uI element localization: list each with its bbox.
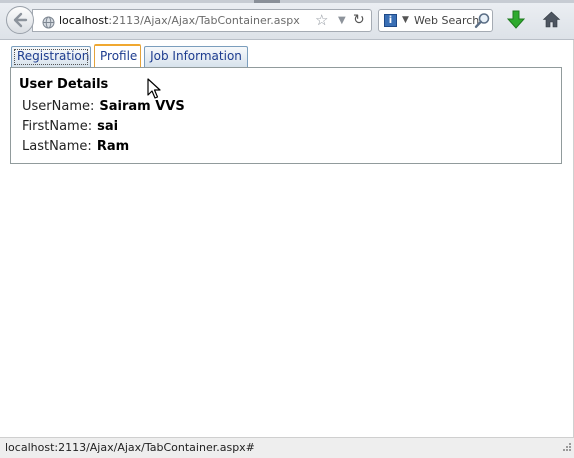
section-title: User Details <box>19 77 109 92</box>
mouse-cursor-icon <box>147 78 161 104</box>
username-label: UserName: <box>22 99 95 114</box>
chevron-down-icon[interactable]: ▼ <box>402 14 409 27</box>
globe-icon <box>42 14 55 33</box>
tab-job-information[interactable]: Job Information <box>144 46 248 67</box>
lastname-value: Ram <box>96 139 130 154</box>
tab-label: Registration <box>17 49 90 63</box>
tab-label: Profile <box>100 49 138 63</box>
home-icon[interactable] <box>542 10 561 33</box>
firstname-value: sai <box>97 119 119 134</box>
magnifier-icon[interactable] <box>474 12 491 33</box>
firstname-label: FirstName: <box>22 119 93 134</box>
tab-registration[interactable]: Registration <box>11 46 91 67</box>
browser-toolbar: localhost:2113/Ajax/Ajax/TabContainer.as… <box>0 0 574 40</box>
tab-strip-edge <box>0 0 574 3</box>
address-bar[interactable]: localhost:2113/Ajax/Ajax/TabContainer.as… <box>32 9 372 32</box>
field-row-lastname: LastName: Ram <box>22 139 129 154</box>
url-text[interactable]: localhost:2113/Ajax/Ajax/TabContainer.as… <box>59 14 300 27</box>
url-path: :2113/Ajax/Ajax/TabContainer.aspx <box>108 14 300 27</box>
download-arrow-icon[interactable] <box>506 10 526 34</box>
status-bar: localhost:2113/Ajax/Ajax/TabContainer.as… <box>0 437 574 458</box>
back-arrow-icon <box>13 12 28 28</box>
chevron-down-icon[interactable]: ▼ <box>338 13 346 28</box>
field-row-firstname: FirstName: sai <box>22 119 118 134</box>
tab-label: Job Information <box>150 49 242 63</box>
url-host: localhost <box>59 14 109 27</box>
username-value: Sairam VVS <box>99 99 185 114</box>
status-url: localhost:2113/Ajax/Ajax/TabContainer.as… <box>5 441 255 454</box>
star-icon[interactable]: ☆ <box>315 12 328 29</box>
search-input[interactable]: Web Search <box>414 14 479 27</box>
tab-panel-profile: User Details UserName: Sairam VVS FirstNa… <box>10 67 562 164</box>
resize-grip-icon[interactable] <box>561 437 572 456</box>
tab-profile[interactable]: Profile <box>94 44 141 69</box>
lastname-label: LastName: <box>22 139 92 154</box>
search-bar[interactable]: i ▼ Web Search <box>378 9 493 32</box>
info-icon[interactable]: i <box>384 14 397 27</box>
back-button[interactable] <box>6 6 34 34</box>
reload-icon[interactable]: ↻ <box>353 12 365 29</box>
